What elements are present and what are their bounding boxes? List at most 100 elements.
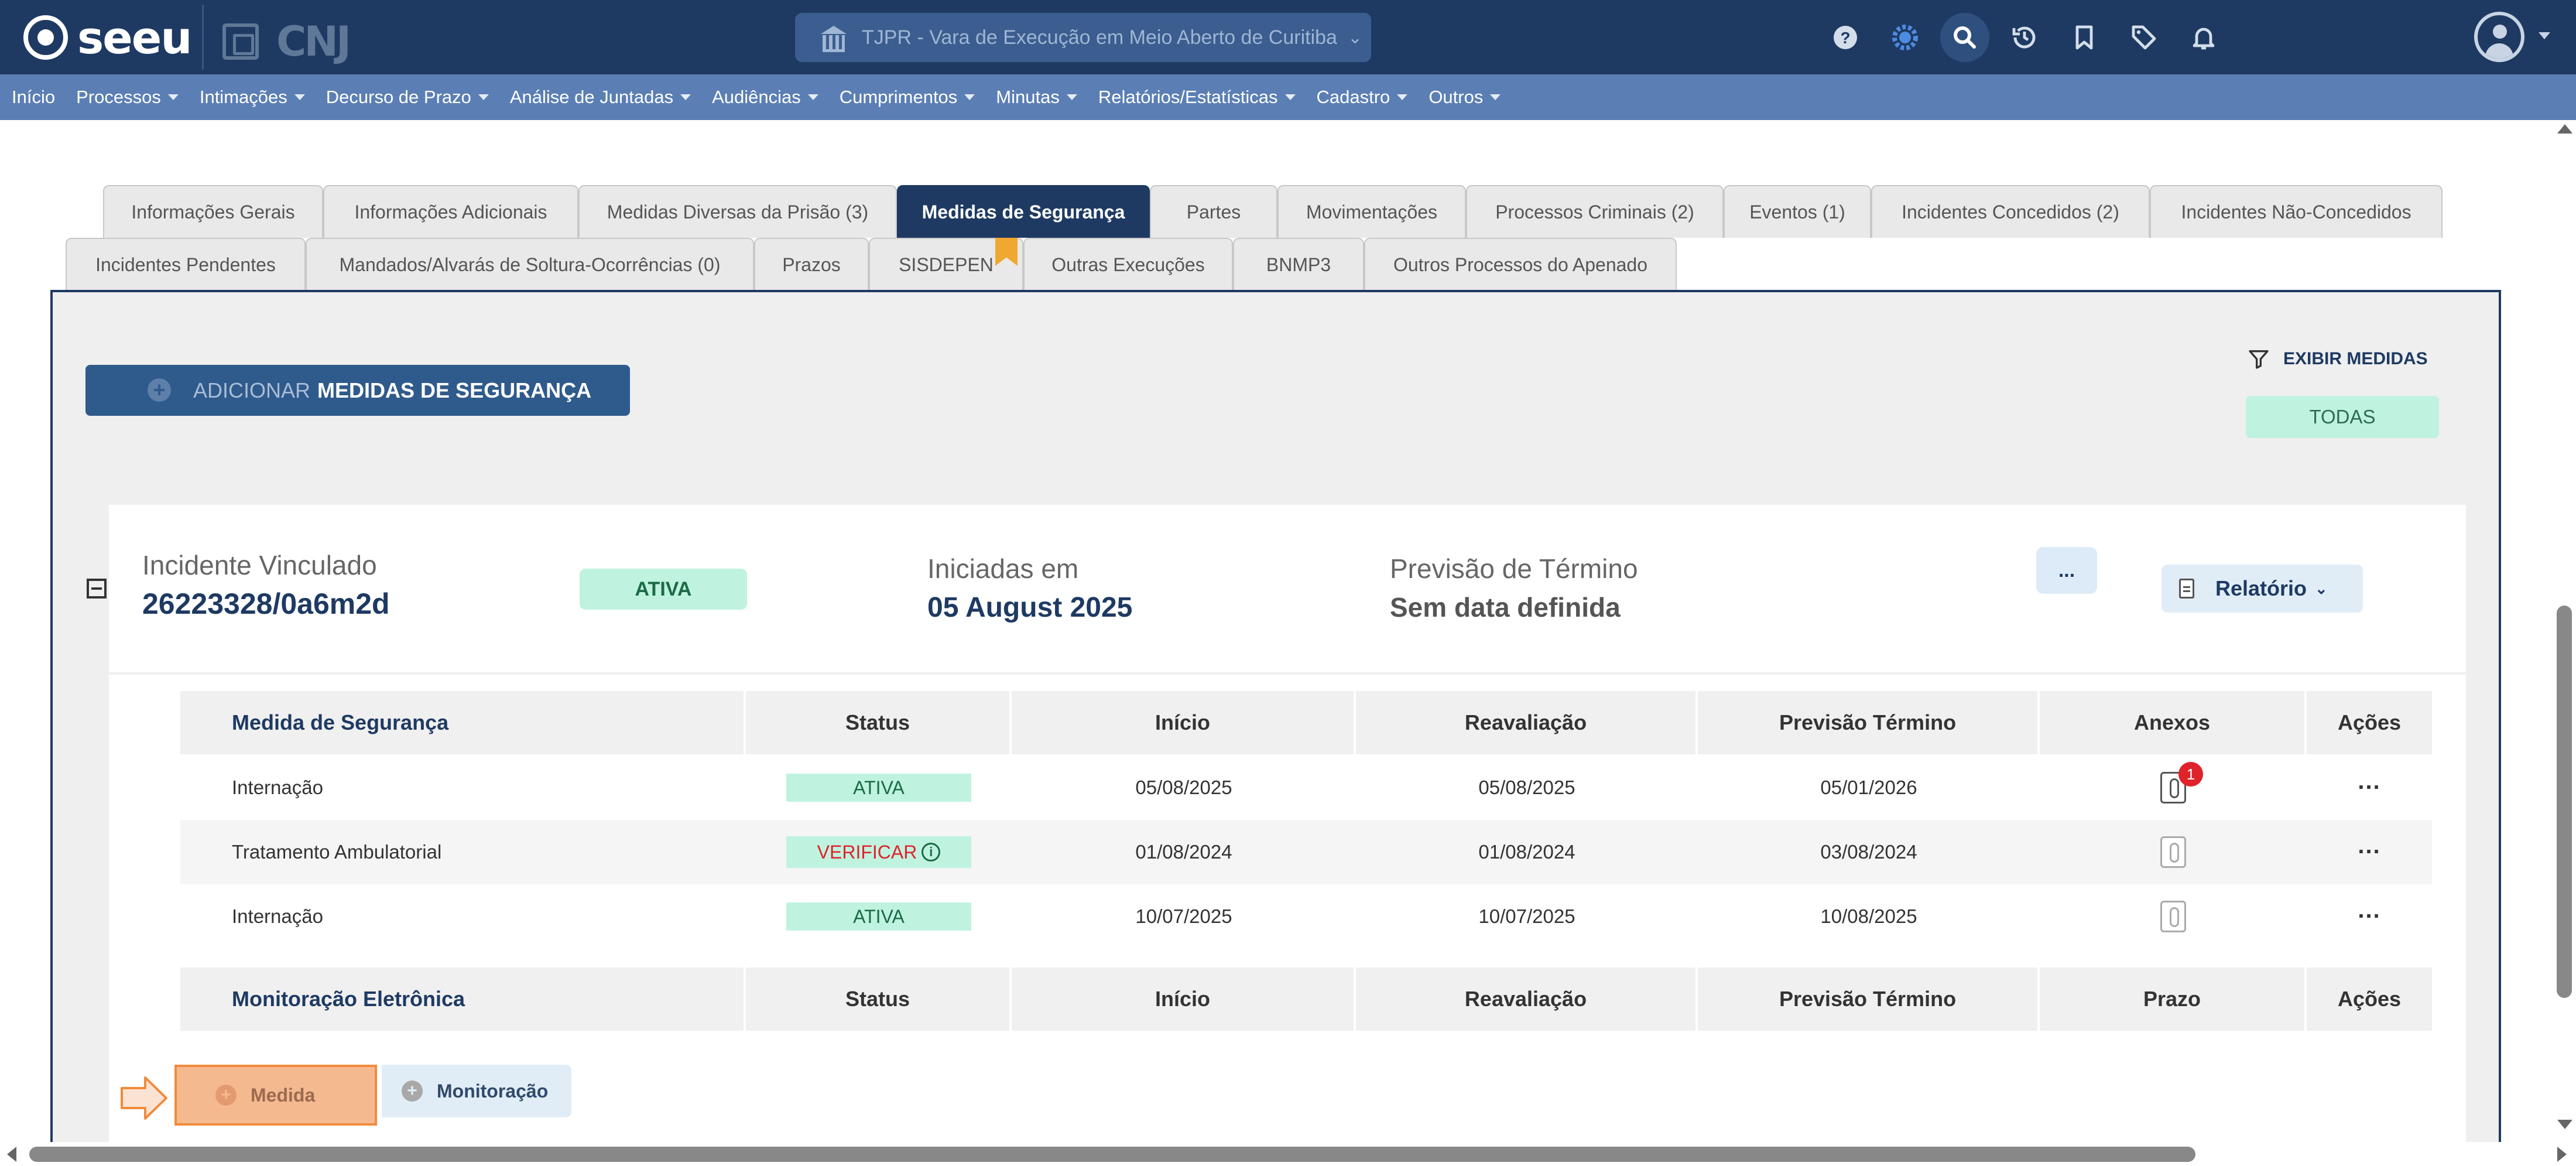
column-header: Status	[746, 967, 1012, 1031]
add-security-measure-button[interactable]: + ADICIONAR MEDIDAS DE SEGURANÇA	[85, 365, 630, 416]
tag-icon[interactable]	[2119, 13, 2169, 62]
tab-label: BNMP3	[1266, 254, 1331, 275]
report-dropdown-button[interactable]: Relatório ⌄	[2161, 565, 2363, 613]
menu-item-decurso-de-prazo[interactable]: Decurso de Prazo	[326, 87, 489, 108]
menu-item-label: Cadastro	[1316, 87, 1390, 107]
attachments-cell: 1	[2040, 755, 2307, 820]
incident-number: 26223328/0a6m2d	[142, 587, 390, 621]
tab-partes[interactable]: Partes	[1150, 185, 1277, 238]
seeu-logo[interactable]: seeu	[23, 12, 192, 64]
tab-movimentacoes[interactable]: Movimentações	[1277, 185, 1466, 238]
court-selector-label: TJPR - Vara de Execução em Meio Aberto d…	[862, 26, 1337, 49]
menu-item-label: Cumprimentos	[839, 87, 958, 107]
chevron-down-icon: ⌄	[1347, 28, 1363, 47]
tab-bnmp3[interactable]: BNMP3	[1233, 238, 1364, 290]
tab-incidentes-nao-concedidos[interactable]: Incidentes Não-Concedidos	[2150, 185, 2443, 238]
scroll-up-arrow-icon[interactable]	[2557, 124, 2572, 134]
horizontal-scroll-thumb[interactable]	[29, 1147, 2195, 1162]
history-icon[interactable]	[2000, 13, 2049, 62]
tab-label: Partes	[1186, 201, 1241, 223]
court-selector[interactable]: TJPR - Vara de Execução em Meio Aberto d…	[795, 13, 1371, 62]
scroll-down-arrow-icon[interactable]	[2557, 1120, 2572, 1129]
menu-item-inicio[interactable]: Início	[12, 87, 55, 108]
menu-item-label: Audiências	[712, 87, 801, 107]
row-actions-button[interactable]: ...	[2358, 833, 2380, 859]
status-badge[interactable]: VERIFICAR i	[786, 836, 971, 868]
menu-item-label: Relatórios/Estatísticas	[1098, 87, 1278, 107]
menu-item-label: Outros	[1429, 87, 1484, 107]
theme-toggle-icon[interactable]	[1880, 13, 1930, 62]
tab-incidentes-concedidos[interactable]: Incidentes Concedidos (2)	[1871, 185, 2150, 238]
row-actions-button[interactable]: ...	[2358, 768, 2380, 795]
incident-status-badge: ATIVA	[580, 569, 747, 610]
help-icon[interactable]: ?	[1821, 13, 1870, 62]
table-row[interactable]: Internação ATIVA 05/08/2025 05/08/2025 0…	[180, 755, 2432, 820]
tab-label: Incidentes Concedidos (2)	[1902, 201, 2119, 223]
menu-item-label: Decurso de Prazo	[326, 87, 471, 107]
user-avatar-icon[interactable]	[2474, 12, 2524, 62]
measures-table-header: Medida de Segurança Status Início Reaval…	[180, 691, 2432, 754]
row-actions-button[interactable]: ...	[2358, 897, 2380, 924]
end-forecast-date: 05/01/2026	[1820, 777, 1917, 798]
caret-down-icon	[1066, 94, 1077, 100]
collapse-icon[interactable]	[87, 579, 107, 599]
info-icon[interactable]: i	[922, 843, 941, 861]
add-monitoring-label: Monitoração	[437, 1080, 549, 1102]
end-forecast-label: Previsão de Término	[1390, 553, 1638, 584]
incident-number-prefix: 26223328/	[142, 587, 281, 620]
paperclip-icon[interactable]	[2160, 901, 2186, 932]
menu-item-intimacoes[interactable]: Intimações	[200, 87, 305, 108]
tab-incidentes-pendentes[interactable]: Incidentes Pendentes	[66, 238, 306, 290]
menu-item-audiencias[interactable]: Audiências	[712, 87, 818, 108]
status-cell: ATIVA	[746, 884, 1012, 949]
search-icon[interactable]	[1940, 13, 1989, 62]
menu-item-relatorios[interactable]: Relatórios/Estatísticas	[1098, 87, 1296, 108]
menu-item-outros[interactable]: Outros	[1429, 87, 1501, 108]
tab-informacoes-adicionais[interactable]: Informações Adicionais	[323, 185, 578, 238]
add-button-prefix: ADICIONAR	[193, 378, 311, 402]
card-divider	[109, 672, 2466, 675]
bell-icon[interactable]	[2179, 13, 2228, 62]
tab-outros-processos-apenado[interactable]: Outros Processos do Apenado	[1364, 238, 1677, 290]
paperclip-icon[interactable]	[2160, 836, 2186, 868]
tab-label: Prazos	[782, 254, 841, 275]
plus-circle-icon: +	[215, 1085, 237, 1106]
cnj-logo: CNJ	[222, 18, 351, 66]
reevaluation-date: 10/07/2025	[1478, 905, 1575, 927]
scroll-right-arrow-icon[interactable]	[2557, 1147, 2567, 1162]
end-forecast-value: Sem data definida	[1390, 592, 1621, 623]
tab-medidas-de-seguranca[interactable]: Medidas de Segurança	[897, 185, 1150, 238]
menu-item-analise-de-juntadas[interactable]: Análise de Juntadas	[510, 87, 691, 108]
menu-item-minutas[interactable]: Minutas	[996, 87, 1077, 108]
menu-item-label: Início	[12, 87, 56, 107]
menu-item-cadastro[interactable]: Cadastro	[1317, 87, 1408, 108]
show-measures-filter[interactable]: EXIBIR MEDIDAS	[2247, 347, 2428, 371]
filter-all-button[interactable]: TODAS	[2246, 396, 2439, 438]
table-row[interactable]: Tratamento Ambulatorial VERIFICAR i 01/0…	[180, 820, 2432, 884]
tab-label: Informações Gerais	[131, 201, 295, 223]
tab-outras-execucoes[interactable]: Outras Execuções	[1023, 238, 1233, 290]
tab-processos-criminais[interactable]: Processos Criminais (2)	[1466, 185, 1724, 238]
table-row[interactable]: Internação ATIVA 10/07/2025 10/07/2025 1…	[180, 884, 2432, 949]
chevron-down-icon[interactable]	[2539, 32, 2550, 39]
more-options-button[interactable]: ...	[2036, 547, 2097, 594]
menu-item-processos[interactable]: Processos	[76, 87, 179, 108]
tab-label: Movimentações	[1306, 201, 1438, 223]
tab-label: Processos Criminais (2)	[1495, 201, 1694, 223]
tab-eventos[interactable]: Eventos (1)	[1724, 185, 1871, 238]
status-badge: ATIVA	[786, 774, 971, 802]
scroll-left-arrow-icon[interactable]	[7, 1147, 16, 1162]
bookmark-icon[interactable]	[2060, 13, 2109, 62]
tab-medidas-diversas[interactable]: Medidas Diversas da Prisão (3)	[578, 185, 897, 238]
menu-item-cumprimentos[interactable]: Cumprimentos	[840, 87, 975, 108]
add-measure-button[interactable]: + Medida	[174, 1065, 377, 1126]
tab-informacoes-gerais[interactable]: Informações Gerais	[103, 185, 323, 238]
vertical-scroll-thumb[interactable]	[2557, 606, 2572, 998]
incident-label: Incidente Vinculado	[142, 550, 377, 580]
tab-mandados-alvaras[interactable]: Mandados/Alvarás de Soltura-Ocorrências …	[306, 238, 754, 290]
tab-prazos[interactable]: Prazos	[754, 238, 869, 290]
add-monitoring-button[interactable]: + Monitoração	[382, 1065, 571, 1117]
column-header: Medida de Segurança	[180, 691, 746, 754]
paperclip-icon[interactable]: 1	[2160, 762, 2203, 803]
caret-down-icon	[478, 94, 489, 100]
